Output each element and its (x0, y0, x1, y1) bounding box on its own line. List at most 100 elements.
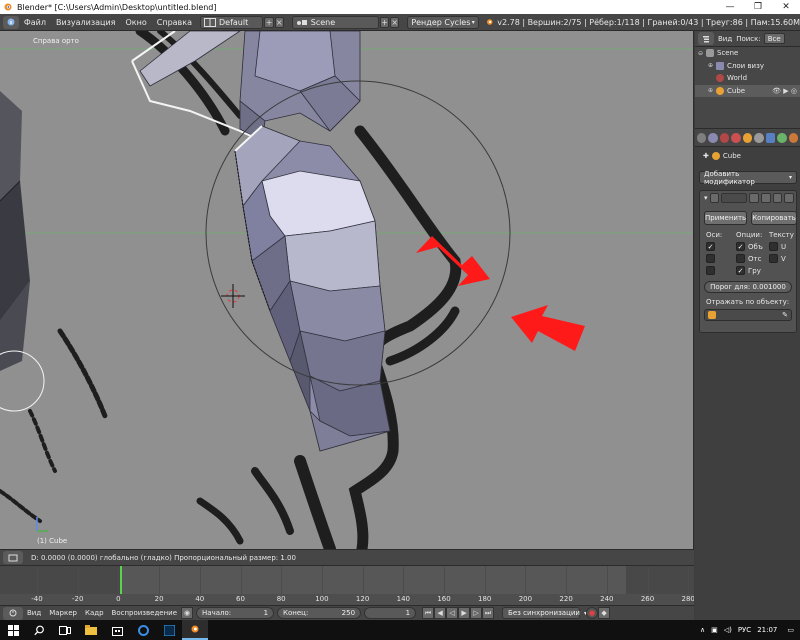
texture-v-checkbox[interactable]: V (769, 254, 800, 263)
network-icon[interactable]: ▣ (711, 626, 718, 634)
expand-icon[interactable]: ⊕ (708, 87, 716, 94)
collapse-icon[interactable]: ⊖ (698, 50, 706, 57)
axis-x-checkbox[interactable]: ✓ (706, 242, 736, 251)
render-engine-selector[interactable]: Рендер Cycles ▾ (407, 15, 479, 29)
menu-marker[interactable]: Маркер (45, 609, 81, 617)
modifier-wrench-icon[interactable] (765, 132, 776, 143)
merge-checkbox[interactable]: ✓ Гру (736, 266, 769, 275)
options-column-header: Опции: (736, 231, 763, 239)
texture-u-checkbox[interactable]: U (769, 242, 800, 251)
preview-range-button[interactable]: ◉ (181, 607, 194, 619)
menu-frame[interactable]: Кадр (81, 609, 108, 617)
sync-mode-dropdown[interactable]: Без синхронизации ▾ (502, 607, 587, 619)
3d-viewport[interactable]: Справа орто (1) Cube (0, 31, 694, 549)
eyedropper-icon[interactable]: ✎ (782, 311, 788, 319)
expand-icon[interactable]: ⊕ (708, 62, 716, 69)
editor-type-selector[interactable] (3, 606, 23, 620)
keying-set-button[interactable]: ◆ (598, 607, 611, 619)
layout-selector[interactable]: Default (200, 15, 264, 29)
world-tab-icon[interactable] (731, 132, 741, 143)
object-tab-icon[interactable] (742, 132, 753, 143)
minimize-button[interactable]: — (716, 0, 744, 14)
add-scene-button[interactable]: + (380, 16, 390, 28)
show-hidden-icons[interactable]: ∧ (700, 626, 705, 634)
outliner-row-scene[interactable]: ⊖ Scene (695, 47, 800, 60)
outliner-icon (703, 35, 709, 42)
jump-start-button[interactable]: ⏮ (422, 607, 435, 619)
add-layout-button[interactable]: + (264, 16, 274, 28)
current-frame-marker[interactable] (120, 566, 122, 594)
editor-type-selector[interactable] (3, 551, 23, 564)
blender-taskbar-icon[interactable] (182, 620, 208, 640)
remove-modifier-icon[interactable] (784, 193, 794, 203)
layers-tab-icon[interactable] (708, 132, 718, 143)
constraints-tab-icon[interactable] (754, 132, 764, 143)
scene-selector[interactable]: Scene (291, 15, 380, 29)
timeline-frame-label: 60 (236, 595, 245, 603)
scene-tab-icon[interactable] (719, 132, 730, 143)
merge-threshold-field[interactable]: Порог для: 0.001000 (704, 281, 792, 293)
editor-type-selector[interactable] (3, 15, 19, 29)
timeline-editor[interactable]: -40 -20 0 20 40 60 80 100 120 140 160 180 200 220 240 2… (0, 565, 694, 605)
timeline-grid-line (606, 566, 608, 594)
move-modifier-icon[interactable] (772, 193, 783, 203)
axis-y-checkbox[interactable] (706, 254, 736, 263)
render-tab-icon[interactable] (697, 132, 707, 143)
vertex-groups-checkbox[interactable]: ✓ Объ (736, 242, 769, 251)
close-button[interactable]: ✕ (772, 0, 800, 14)
start-button-icon[interactable] (0, 620, 26, 640)
visibility-toggle-icons[interactable]: 👁 ▶ ◎ (772, 87, 797, 95)
next-keyframe-button[interactable]: ▷ (470, 607, 483, 619)
notifications-icon[interactable]: ▭ (787, 626, 794, 634)
store-icon[interactable] (104, 620, 130, 640)
menu-file[interactable]: Файл (19, 18, 51, 27)
clock[interactable]: 21:07 (757, 626, 777, 634)
delete-scene-button[interactable]: × (390, 16, 400, 28)
viewport-canvas[interactable] (0, 31, 694, 549)
record-button[interactable]: ● (586, 607, 599, 619)
outliner-row-cube[interactable]: ⊕ Cube 👁 ▶ ◎ (695, 84, 800, 97)
axis-z-checkbox[interactable] (706, 266, 736, 275)
pin-icon[interactable]: ✚ (703, 152, 709, 160)
clipping-checkbox[interactable]: Отс (736, 254, 769, 263)
menu-window[interactable]: Окно (120, 18, 151, 27)
menu-render[interactable]: Визуализация (51, 18, 121, 27)
collapse-triangle-icon[interactable]: ▾ (704, 194, 708, 202)
add-modifier-dropdown[interactable]: Добавить модификатор ▾ (699, 170, 797, 186)
outliner-filter-dropdown[interactable]: Все (763, 33, 785, 44)
current-frame-field[interactable]: 1 (364, 607, 417, 619)
menu-help[interactable]: Справка (152, 18, 197, 27)
volume-icon[interactable]: ◁) (724, 626, 732, 634)
jump-end-button[interactable]: ⏭ (482, 607, 495, 619)
modifier-header: ▾ (700, 191, 796, 205)
copy-button[interactable]: Копировать (751, 211, 797, 225)
timeline-icon (9, 609, 17, 617)
task-view-icon[interactable] (52, 620, 78, 640)
prev-keyframe-button[interactable]: ◀ (434, 607, 447, 619)
start-frame-field[interactable]: Начало: 1 (196, 607, 275, 619)
delete-layout-button[interactable]: × (274, 16, 284, 28)
editor-type-selector[interactable] (698, 32, 714, 45)
material-tab-icon[interactable] (788, 132, 798, 143)
outliner-view-menu[interactable]: Вид (718, 35, 732, 43)
data-tab-icon[interactable] (777, 132, 787, 143)
file-explorer-icon[interactable] (78, 620, 104, 640)
play-button[interactable]: ▶ (458, 607, 471, 619)
show-render-icon[interactable] (760, 193, 771, 203)
mirror-object-field[interactable]: ✎ (704, 309, 792, 321)
show-in-editmode-icon[interactable] (749, 193, 759, 203)
end-frame-field[interactable]: Конец: 250 (277, 607, 362, 619)
start-frame-value: 1 (263, 609, 269, 617)
menu-playback[interactable]: Воспроизведение (108, 609, 182, 617)
modifier-name-field[interactable] (721, 193, 748, 203)
photoshop-icon[interactable] (156, 620, 182, 640)
maximize-button[interactable]: ❐ (744, 0, 772, 14)
menu-view[interactable]: Вид (23, 609, 45, 617)
search-icon[interactable] (26, 620, 52, 640)
outliner-row-world[interactable]: World (695, 72, 800, 85)
outliner-row-render-layers[interactable]: ⊕ Слои визу (695, 60, 800, 73)
play-reverse-button[interactable]: ◁ (446, 607, 459, 619)
language-indicator[interactable]: РУС (738, 626, 751, 634)
apply-button[interactable]: Применить (704, 211, 748, 225)
edge-browser-icon[interactable] (130, 620, 156, 640)
